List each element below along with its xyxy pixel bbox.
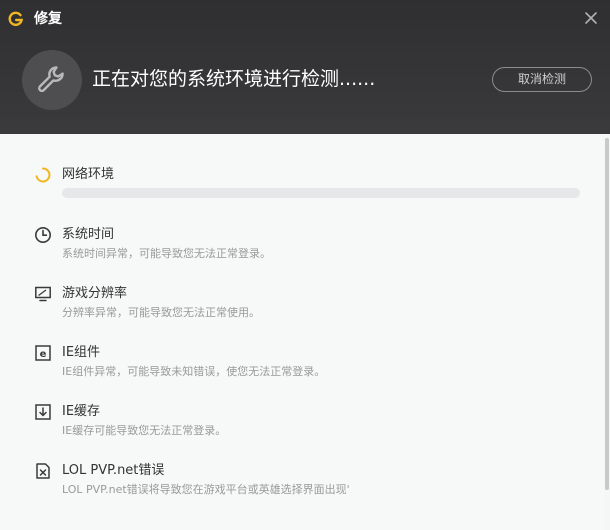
check-item-description: IE缓存可能导致您无法正常登录。 [62, 424, 227, 437]
check-item-title: IE组件 [62, 345, 101, 360]
check-item-title: IE缓存 [62, 404, 101, 419]
title-bar: 修复 [0, 0, 610, 38]
check-item-description: LOL PVP.net错误将导致您在游戏平台或英雄选择界面出现' [62, 483, 350, 496]
loading-spinner-icon [35, 167, 51, 183]
scrollbar-thumb[interactable] [605, 138, 609, 490]
cancel-detection-button[interactable]: 取消检测 [492, 67, 592, 92]
network-progress-bar [62, 188, 580, 198]
check-item-title: 游戏分辨率 [62, 286, 128, 301]
ie-icon: e [35, 345, 51, 361]
download-box-icon [35, 404, 51, 420]
file-x-icon [36, 463, 50, 479]
g-logo-icon [8, 11, 24, 27]
close-icon[interactable] [582, 9, 600, 27]
check-item-title: 系统时间 [62, 227, 115, 242]
check-item-title: LOL PVP.net错误 [62, 463, 165, 478]
window-title: 修复 [34, 11, 62, 27]
clock-icon [35, 227, 51, 243]
status-headline: 正在对您的系统环境进行检测...... [92, 68, 376, 90]
check-item-description: 分辨率异常，可能导致您无法正常使用。 [62, 306, 260, 319]
monitor-icon [35, 286, 51, 302]
check-item-description: 系统时间异常，可能导致您无法正常登录。 [62, 247, 271, 260]
wrench-icon [38, 66, 64, 93]
wrench-badge [22, 50, 82, 110]
check-item-title: 网络环境 [62, 167, 115, 182]
svg-text:e: e [40, 349, 47, 360]
scrollbar[interactable] [604, 138, 610, 528]
check-item-description: IE组件异常，可能导致未知错误，使您无法正常登录。 [62, 365, 326, 378]
header-panel: 修复 正在对您的系统环境进行检测...... 取消检测 [0, 0, 610, 134]
